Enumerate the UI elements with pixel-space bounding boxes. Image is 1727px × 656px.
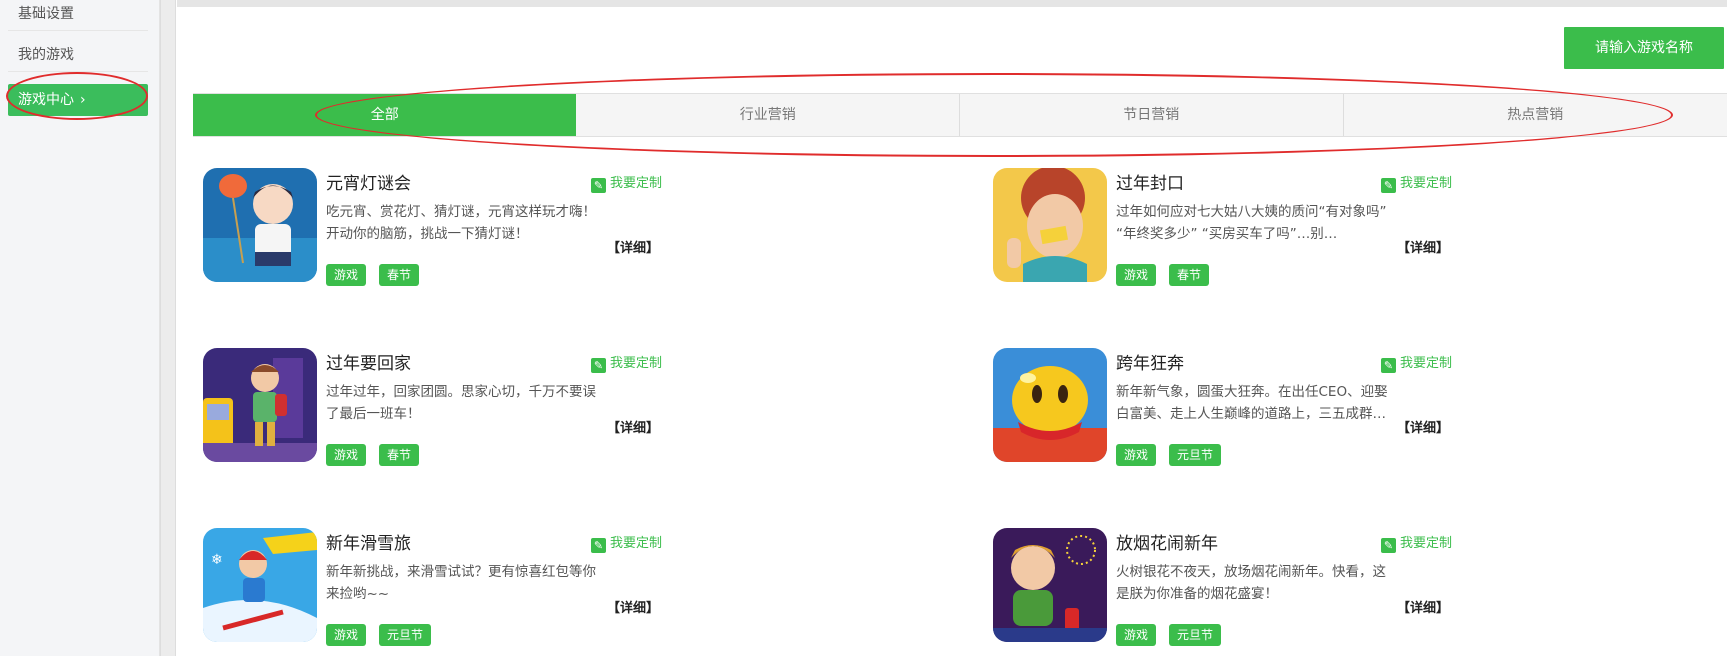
tab-all[interactable]: 全部 <box>193 94 577 136</box>
tag[interactable]: 春节 <box>1169 264 1210 286</box>
tag[interactable]: 春节 <box>379 264 420 286</box>
sidebar-item-game-center[interactable]: 游戏中心 › <box>8 84 148 116</box>
edit-icon: ✎ <box>1381 178 1396 193</box>
game-card: 跨年狂奔 ✎ 我要定制 新年新气象，圆蛋大狂奔。在出任CEO、迎娶白富美、走上人生… <box>993 348 1463 468</box>
customize-link[interactable]: ✎ 我要定制 <box>1381 532 1452 553</box>
game-title[interactable]: 过年要回家 <box>326 349 411 374</box>
game-description: 新年新气象，圆蛋大狂奔。在出任CEO、迎娶白富美、走上人生巅峰的道路上，三五成群… <box>1116 384 1388 422</box>
tag[interactable]: 游戏 <box>1116 444 1157 466</box>
game-card: ❄ 新年滑雪旅 ✎ 我要定制 新年新挑战，来滑雪试试？更有惊喜红包等你来捡哟~~ … <box>203 528 673 648</box>
customize-label: 我要定制 <box>610 356 663 371</box>
edit-icon: ✎ <box>1381 358 1396 373</box>
customize-label: 我要定制 <box>1400 176 1453 191</box>
game-thumbnail[interactable] <box>993 528 1107 642</box>
tag[interactable]: 游戏 <box>326 624 367 646</box>
game-thumbnail[interactable]: ❄ <box>203 528 317 642</box>
tag-list: 游戏 元旦节 <box>1116 624 1222 646</box>
game-thumbnail[interactable] <box>993 348 1107 462</box>
edit-icon: ✎ <box>591 538 606 553</box>
game-thumbnail[interactable] <box>993 168 1107 282</box>
game-description: 过年过年，回家团圆。思家心切，千万不要误了最后一班车！ <box>326 384 596 422</box>
customize-link[interactable]: ✎ 我要定制 <box>591 532 662 553</box>
game-card: 放烟花闹新年 ✎ 我要定制 火树银花不夜天，放场烟花闹新年。快看，这是朕为你准备的… <box>993 528 1463 648</box>
page: 基础设置 我的游戏 游戏中心 › 请输入游戏名称 全部 行业营销 节日营销 热点营… <box>0 0 1727 656</box>
svg-text:❄: ❄ <box>211 552 223 568</box>
game-card: 过年封口 ✎ 我要定制 过年如何应对七大姑八大姨的质问“有对象吗” “年终奖多少”… <box>993 168 1463 288</box>
sidebar-divider <box>160 0 176 656</box>
edit-icon: ✎ <box>1381 538 1396 553</box>
sidebar: 基础设置 我的游戏 游戏中心 › <box>0 0 160 656</box>
customize-label: 我要定制 <box>1400 356 1453 371</box>
detail-link[interactable]: 【详细】 <box>607 597 659 616</box>
tag-list: 游戏 元旦节 <box>326 624 432 646</box>
tag[interactable]: 春节 <box>379 444 420 466</box>
sidebar-item-label: 基础设置 <box>18 6 74 22</box>
game-description: 吃元宵、赏花灯、猜灯谜，元宵这样玩才嗨！开动你的脑筋，挑战一下猜灯谜！ <box>326 204 596 242</box>
game-title[interactable]: 过年封口 <box>1116 169 1184 194</box>
game-card: 过年要回家 ✎ 我要定制 过年过年，回家团圆。思家心切，千万不要误了最后一班车！ … <box>203 348 673 468</box>
detail-link[interactable]: 【详细】 <box>607 237 659 256</box>
customize-link[interactable]: ✎ 我要定制 <box>1381 352 1452 373</box>
detail-link[interactable]: 【详细】 <box>1397 597 1449 616</box>
tag-list: 游戏 元旦节 <box>1116 444 1222 466</box>
customize-link[interactable]: ✎ 我要定制 <box>1381 172 1452 193</box>
game-description: 新年新挑战，来滑雪试试？更有惊喜红包等你来捡哟~~ <box>326 564 596 602</box>
tag[interactable]: 游戏 <box>326 444 367 466</box>
game-title[interactable]: 新年滑雪旅 <box>326 529 411 554</box>
game-title[interactable]: 元宵灯谜会 <box>326 169 411 194</box>
sidebar-item-my-games[interactable]: 我的游戏 <box>8 38 148 72</box>
tag[interactable]: 游戏 <box>1116 624 1157 646</box>
tag-list: 游戏 春节 <box>1116 264 1210 286</box>
tab-holiday-marketing[interactable]: 节日营销 <box>960 94 1344 136</box>
sidebar-item-basic-settings[interactable]: 基础设置 <box>8 0 148 31</box>
sidebar-item-label: 我的游戏 <box>18 47 74 63</box>
game-description: 火树银花不夜天，放场烟花闹新年。快看，这是朕为你准备的烟花盛宴！ <box>1116 564 1386 602</box>
chevron-right-icon: › <box>80 92 86 108</box>
tag-list: 游戏 春节 <box>326 264 420 286</box>
game-title[interactable]: 放烟花闹新年 <box>1116 529 1218 554</box>
tag[interactable]: 元旦节 <box>379 624 432 646</box>
game-description: 过年如何应对七大姑八大姨的质问“有对象吗” “年终奖多少” “买房买车了吗”…别… <box>1116 204 1387 242</box>
edit-icon: ✎ <box>591 178 606 193</box>
game-thumbnail[interactable] <box>203 168 317 282</box>
tag[interactable]: 元旦节 <box>1169 624 1222 646</box>
sidebar-item-label: 游戏中心 <box>18 92 74 108</box>
customize-label: 我要定制 <box>610 536 663 551</box>
tag[interactable]: 游戏 <box>326 264 367 286</box>
edit-icon: ✎ <box>591 358 606 373</box>
customize-link[interactable]: ✎ 我要定制 <box>591 172 662 193</box>
tag[interactable]: 元旦节 <box>1169 444 1222 466</box>
customize-label: 我要定制 <box>610 176 663 191</box>
game-thumbnail[interactable] <box>203 348 317 462</box>
customize-label: 我要定制 <box>1400 536 1453 551</box>
game-title[interactable]: 跨年狂奔 <box>1116 349 1184 374</box>
tab-industry-marketing[interactable]: 行业营销 <box>576 94 960 136</box>
detail-link[interactable]: 【详细】 <box>1397 237 1449 256</box>
detail-link[interactable]: 【详细】 <box>607 417 659 436</box>
tag[interactable]: 游戏 <box>1116 264 1157 286</box>
search-game-button[interactable]: 请输入游戏名称 <box>1564 27 1724 69</box>
tag-list: 游戏 春节 <box>326 444 420 466</box>
category-tabs: 全部 行业营销 节日营销 热点营销 <box>193 93 1727 137</box>
game-card: 元宵灯谜会 ✎ 我要定制 吃元宵、赏花灯、猜灯谜，元宵这样玩才嗨！开动你的脑筋，挑… <box>203 168 673 288</box>
tab-hotspot-marketing[interactable]: 热点营销 <box>1344 94 1727 136</box>
detail-link[interactable]: 【详细】 <box>1397 417 1449 436</box>
main-content: 请输入游戏名称 全部 行业营销 节日营销 热点营销 元宵灯谜会 ✎ 我要定制 吃… <box>177 0 1727 656</box>
customize-link[interactable]: ✎ 我要定制 <box>591 352 662 373</box>
top-border <box>177 0 1727 7</box>
